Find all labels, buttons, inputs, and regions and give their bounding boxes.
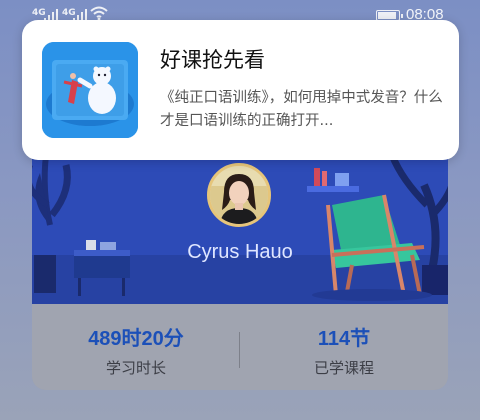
stat-courses-learned[interactable]: 114节 已学课程 <box>240 322 448 378</box>
notification-body: 《纯正口语训练》，如何甩掉中式发音？什么才是口语训练的正确打开... <box>160 90 443 129</box>
stat-label: 已学课程 <box>313 359 374 377</box>
notification-title: 好课抢先看 <box>160 48 265 72</box>
push-notification[interactable]: 好课抢先看 《纯正口语训练》，如何甩掉中式发音？什么才是口语训练的正确打开... <box>22 20 459 160</box>
username: Cyrus Hauo <box>187 241 293 263</box>
stat-value: 489时20分 <box>88 328 184 350</box>
stat-value: 114节 <box>317 328 371 350</box>
stat-label: 学习时长 <box>105 359 166 377</box>
polar-bear-course-icon <box>42 42 138 138</box>
stat-study-time[interactable]: 489时20分 学习时长 <box>32 322 240 378</box>
stats-bar: 489时20分 学习时长 114节 已学课程 <box>32 304 448 390</box>
wifi-icon <box>90 6 108 21</box>
avatar[interactable] <box>207 163 271 227</box>
